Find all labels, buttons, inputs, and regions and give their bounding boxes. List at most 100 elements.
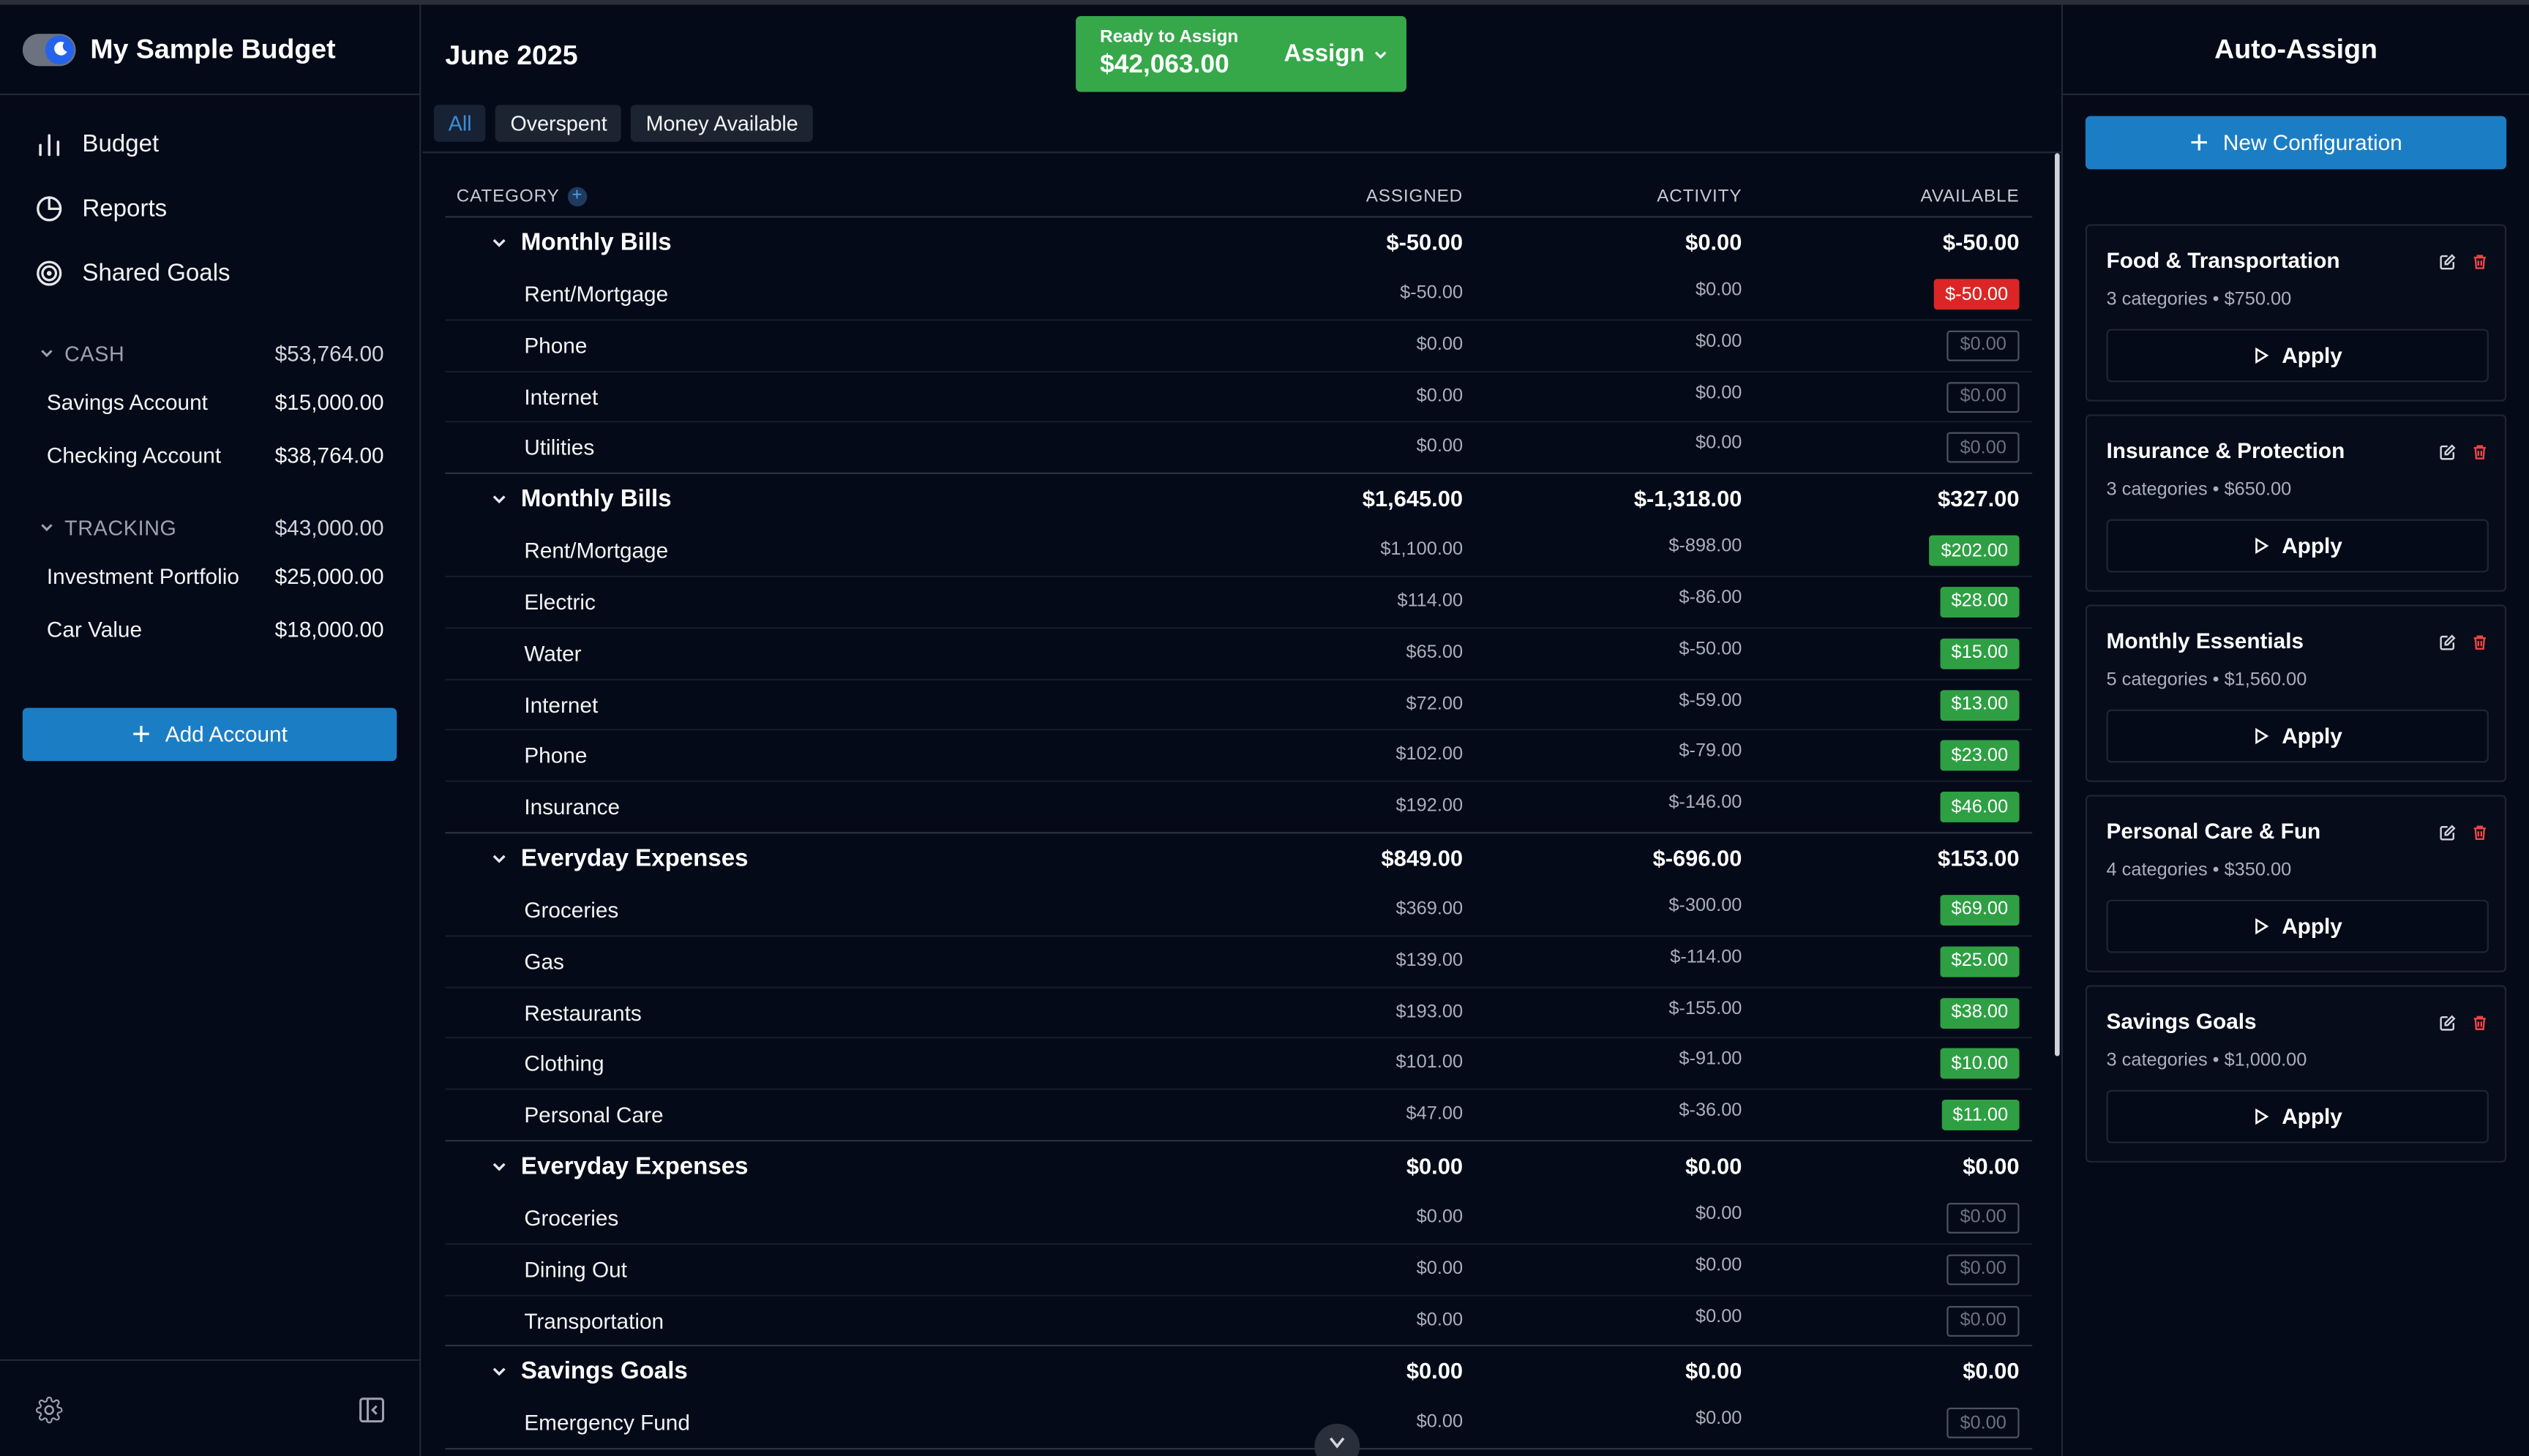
- trash-icon[interactable]: [2471, 1011, 2489, 1040]
- month-title[interactable]: June 2025: [445, 40, 577, 72]
- assigned-value[interactable]: $192.00: [1395, 797, 1463, 816]
- add-category-icon[interactable]: +: [567, 187, 588, 206]
- filter-all[interactable]: All: [433, 105, 487, 142]
- assigned-value[interactable]: $72.00: [1406, 694, 1464, 713]
- available-badge[interactable]: $-50.00: [1933, 279, 2020, 310]
- available-badge[interactable]: $202.00: [1930, 536, 2020, 566]
- assigned-value[interactable]: $1,100.00: [1380, 541, 1463, 560]
- assigned-value[interactable]: $193.00: [1395, 1002, 1463, 1021]
- account-savings[interactable]: Savings Account $15,000.00: [0, 375, 419, 429]
- category-row[interactable]: Phone $0.00 $0.00 $0.00: [445, 320, 2033, 372]
- available-badge[interactable]: $0.00: [1947, 330, 2020, 361]
- category-row[interactable]: Emergency Fund $0.00 $0.00 $0.00: [445, 1398, 2033, 1450]
- category-row[interactable]: Utilities $0.00 $0.00 $0.00: [445, 423, 2033, 475]
- assigned-value[interactable]: $139.00: [1395, 951, 1463, 970]
- category-row[interactable]: Electric $114.00 $-86.00 $28.00: [445, 577, 2033, 628]
- assigned-value[interactable]: $0.00: [1417, 1208, 1463, 1227]
- category-row[interactable]: Internet $72.00 $-59.00 $13.00: [445, 680, 2033, 732]
- nav-item-shared-goals[interactable]: Shared Goals: [0, 240, 419, 304]
- nav-item-budget[interactable]: Budget: [0, 111, 419, 176]
- assigned-value[interactable]: $47.00: [1406, 1105, 1464, 1124]
- account-group-header[interactable]: TRACKING $43,000.00: [0, 505, 419, 550]
- new-configuration-button[interactable]: + New Configuration: [2085, 116, 2507, 170]
- available-badge[interactable]: $0.00: [1947, 381, 2020, 413]
- available-badge[interactable]: $0.00: [1947, 432, 2020, 464]
- filter-money-available[interactable]: Money Available: [631, 105, 813, 142]
- apply-button[interactable]: Apply: [2106, 519, 2489, 573]
- activity-value: $-59.00: [1679, 691, 1742, 710]
- edit-icon[interactable]: [2439, 250, 2457, 279]
- category-row[interactable]: Internet $0.00 $0.00 $0.00: [445, 372, 2033, 424]
- category-row[interactable]: Dining Out $0.00 $0.00 $0.00: [445, 1245, 2033, 1296]
- category-row[interactable]: Clothing $101.00 $-91.00 $10.00: [445, 1039, 2033, 1091]
- available-badge[interactable]: $0.00: [1947, 1408, 2020, 1439]
- category-row[interactable]: Groceries $369.00 $-300.00 $69.00: [445, 885, 2033, 937]
- account-group-header[interactable]: CASH $53,764.00: [0, 331, 419, 376]
- category-row[interactable]: Transportation $0.00 $0.00 $0.00: [445, 1296, 2033, 1347]
- apply-button[interactable]: Apply: [2106, 709, 2489, 763]
- category-row[interactable]: Phone $102.00 $-79.00 $23.00: [445, 731, 2033, 783]
- category-row[interactable]: Rent/Mortgage $1,100.00 $-898.00 $202.00: [445, 526, 2033, 577]
- account-car[interactable]: Car Value $18,000.00: [0, 603, 419, 656]
- add-account-button[interactable]: + Add Account: [22, 708, 397, 762]
- category-row[interactable]: Groceries $0.00 $0.00 $0.00: [445, 1193, 2033, 1245]
- available-badge[interactable]: $0.00: [1947, 1305, 2020, 1336]
- available-badge[interactable]: $25.00: [1940, 946, 2020, 977]
- available-badge[interactable]: $10.00: [1940, 1048, 2020, 1080]
- scrollbar[interactable]: [2054, 153, 2060, 1057]
- available-badge[interactable]: $69.00: [1940, 895, 2020, 926]
- category-group-row[interactable]: Savings Goals $0.00 $0.00 $0.00: [445, 1347, 2032, 1399]
- category-group-row[interactable]: Monthly Bills $1,645.00 $-1,318.00 $327.00: [445, 474, 2032, 526]
- account-investment[interactable]: Investment Portfolio $25,000.00: [0, 549, 419, 603]
- edit-icon[interactable]: [2439, 1011, 2457, 1040]
- edit-icon[interactable]: [2439, 440, 2457, 470]
- assigned-value[interactable]: $0.00: [1417, 1310, 1463, 1329]
- account-checking[interactable]: Checking Account $38,764.00: [0, 429, 419, 482]
- assigned-value[interactable]: $0.00: [1417, 1259, 1463, 1278]
- category-row[interactable]: Restaurants $193.00 $-155.00 $38.00: [445, 988, 2033, 1040]
- category-row[interactable]: Insurance $192.00 $-146.00 $46.00: [445, 782, 2033, 834]
- available-badge[interactable]: $38.00: [1940, 997, 2020, 1029]
- category-row[interactable]: Personal Care $47.00 $-36.00 $11.00: [445, 1090, 2033, 1142]
- filter-overspent[interactable]: Overspent: [495, 105, 622, 142]
- category-row[interactable]: Gas $139.00 $-114.00 $25.00: [445, 937, 2033, 988]
- trash-icon[interactable]: [2471, 250, 2489, 279]
- theme-toggle[interactable]: [22, 33, 76, 66]
- budget-name[interactable]: My Sample Budget: [90, 33, 335, 65]
- assigned-value[interactable]: $0.00: [1417, 438, 1463, 457]
- available-badge[interactable]: $11.00: [1941, 1100, 2020, 1131]
- available-badge[interactable]: $13.00: [1940, 689, 2020, 721]
- assigned-value[interactable]: $369.00: [1395, 900, 1463, 919]
- trash-icon[interactable]: [2471, 631, 2489, 660]
- category-group-row[interactable]: Monthly Bills $-50.00 $0.00 $-50.00: [445, 218, 2032, 270]
- assigned-value[interactable]: $102.00: [1395, 746, 1463, 765]
- assigned-value[interactable]: $0.00: [1417, 386, 1463, 405]
- apply-button[interactable]: Apply: [2106, 329, 2489, 383]
- gear-icon[interactable]: [35, 1396, 63, 1431]
- apply-button[interactable]: Apply: [2106, 899, 2489, 953]
- edit-icon[interactable]: [2439, 821, 2457, 850]
- category-group-row[interactable]: Everyday Expenses $849.00 $-696.00 $153.00: [445, 833, 2032, 885]
- available-badge[interactable]: $0.00: [1947, 1202, 2020, 1234]
- assigned-value[interactable]: $0.00: [1417, 1413, 1463, 1432]
- assigned-value[interactable]: $114.00: [1397, 592, 1463, 611]
- assigned-value[interactable]: $-50.00: [1400, 284, 1463, 303]
- assigned-value[interactable]: $65.00: [1406, 643, 1464, 662]
- assigned-value[interactable]: $0.00: [1417, 335, 1463, 354]
- available-badge[interactable]: $15.00: [1940, 638, 2020, 669]
- apply-button[interactable]: Apply: [2106, 1089, 2489, 1144]
- assign-button[interactable]: Assign: [1284, 40, 1388, 68]
- available-badge[interactable]: $23.00: [1940, 740, 2020, 772]
- assigned-value[interactable]: $101.00: [1395, 1054, 1463, 1073]
- edit-icon[interactable]: [2439, 631, 2457, 660]
- category-group-row[interactable]: Everyday Expenses $0.00 $0.00 $0.00: [445, 1141, 2032, 1193]
- available-badge[interactable]: $46.00: [1940, 792, 2020, 823]
- category-row[interactable]: Water $65.00 $-50.00 $15.00: [445, 628, 2033, 680]
- trash-icon[interactable]: [2471, 440, 2489, 470]
- collapse-sidebar-icon[interactable]: [358, 1396, 385, 1431]
- nav-item-reports[interactable]: Reports: [0, 176, 419, 240]
- available-badge[interactable]: $28.00: [1940, 587, 2020, 618]
- trash-icon[interactable]: [2471, 821, 2489, 850]
- available-badge[interactable]: $0.00: [1947, 1253, 2020, 1285]
- category-row[interactable]: Rent/Mortgage $-50.00 $0.00 $-50.00: [445, 269, 2033, 321]
